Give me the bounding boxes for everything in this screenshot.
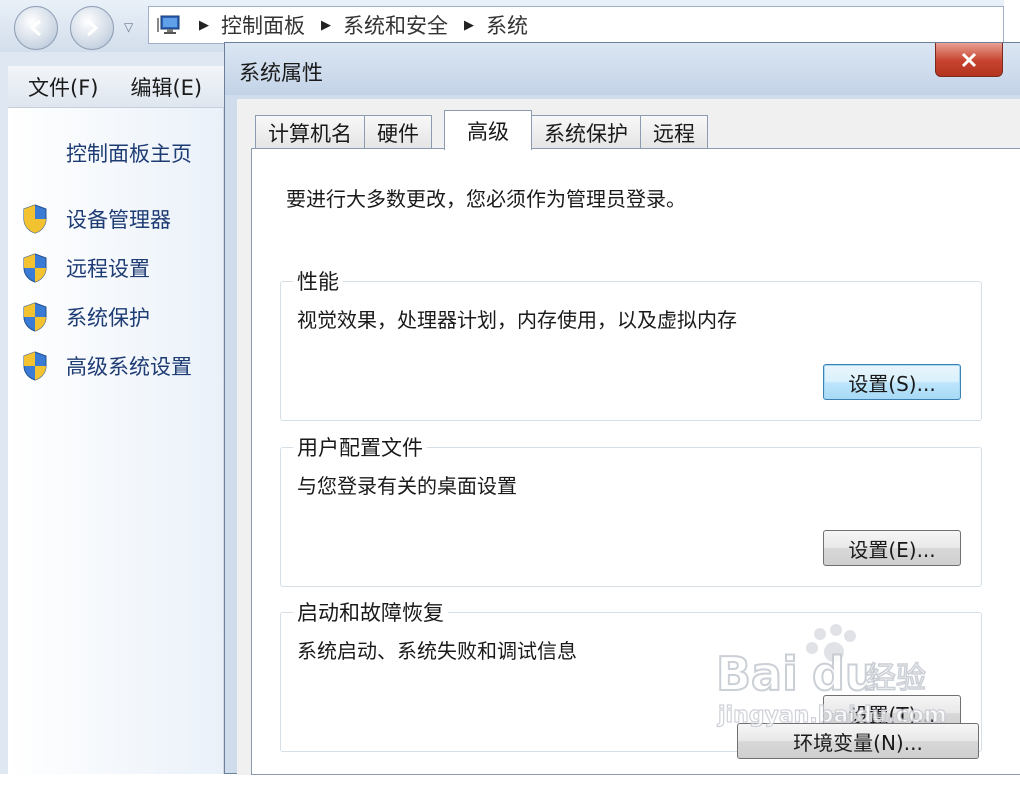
menu-file[interactable]: 文件(F) bbox=[28, 72, 98, 102]
dialog-title: 系统属性 bbox=[239, 61, 323, 85]
close-button[interactable] bbox=[935, 43, 1003, 77]
admin-notice: 要进行大多数更改，您必须作为管理员登录。 bbox=[286, 187, 686, 211]
environment-variables-button[interactable]: 环境变量(N)... bbox=[737, 723, 979, 759]
menu-edit[interactable]: 编辑(E) bbox=[130, 72, 202, 102]
uac-shield-icon bbox=[23, 253, 47, 283]
sidebar-item-label: 高级系统设置 bbox=[66, 355, 192, 379]
breadcrumb-control-panel[interactable]: 控制面板 bbox=[221, 10, 305, 40]
back-button[interactable] bbox=[14, 6, 58, 50]
uac-shield-icon bbox=[23, 204, 47, 234]
breadcrumb-system[interactable]: 系统 bbox=[486, 10, 528, 40]
system-properties-dialog: 系统属性 计算机名 硬件 高级 系统保护 远程 要进行大多数更改，您必须作为管理… bbox=[224, 42, 1020, 775]
sidebar: 控制面板主页 设备管理器 远程设置 系统保护 高级系统设置 bbox=[8, 108, 224, 774]
user-profiles-settings-button[interactable]: 设置(E)... bbox=[823, 530, 961, 566]
breadcrumb-system-security[interactable]: 系统和安全 bbox=[343, 10, 448, 40]
menu-bar: 文件(F) 编辑(E) bbox=[8, 66, 224, 108]
group-description: 系统启动、系统失败和调试信息 bbox=[297, 639, 577, 663]
group-title: 性能 bbox=[293, 266, 343, 296]
chevron-right-icon: ▶ bbox=[321, 17, 331, 33]
sidebar-item-label: 系统保护 bbox=[66, 306, 150, 330]
tab-remote[interactable]: 远程 bbox=[640, 115, 708, 149]
sidebar-item-system-protection[interactable]: 系统保护 bbox=[22, 302, 150, 332]
user-profiles-group: 用户配置文件 与您登录有关的桌面设置 设置(E)... bbox=[280, 432, 982, 587]
group-description: 视觉效果，处理器计划，内存使用，以及虚拟内存 bbox=[297, 308, 737, 332]
chevron-right-icon: ▶ bbox=[464, 17, 474, 33]
tab-hardware[interactable]: 硬件 bbox=[364, 115, 432, 149]
sidebar-item-advanced-settings[interactable]: 高级系统设置 bbox=[22, 351, 192, 381]
chevron-right-icon: ▶ bbox=[199, 17, 209, 33]
dialog-titlebar[interactable]: 系统属性 bbox=[225, 43, 1020, 95]
recent-pages-dropdown-icon[interactable]: ▽ bbox=[124, 20, 133, 34]
group-title: 用户配置文件 bbox=[293, 432, 427, 462]
dialog-client-area: 计算机名 硬件 高级 系统保护 远程 要进行大多数更改，您必须作为管理员登录。 … bbox=[237, 99, 1020, 775]
performance-group: 性能 视觉效果，处理器计划，内存使用，以及虚拟内存 设置(S)... bbox=[280, 266, 982, 421]
sidebar-home-link[interactable]: 控制面板主页 bbox=[66, 138, 192, 168]
sidebar-item-label: 设备管理器 bbox=[66, 208, 171, 232]
sidebar-item-remote-settings[interactable]: 远程设置 bbox=[22, 253, 150, 283]
close-icon bbox=[961, 52, 977, 67]
group-description: 与您登录有关的桌面设置 bbox=[297, 474, 517, 498]
back-arrow-icon bbox=[29, 19, 41, 37]
tab-strip: 计算机名 硬件 高级 系统保护 远程 bbox=[255, 110, 708, 150]
sidebar-item-label: 远程设置 bbox=[66, 257, 150, 281]
advanced-tab-panel: 要进行大多数更改，您必须作为管理员登录。 性能 视觉效果，处理器计划，内存使用，… bbox=[251, 148, 1020, 775]
uac-shield-icon bbox=[23, 302, 47, 332]
performance-settings-button[interactable]: 设置(S)... bbox=[823, 364, 961, 400]
breadcrumb[interactable]: ▶ 控制面板 ▶ 系统和安全 ▶ 系统 bbox=[148, 6, 1004, 44]
tab-computer-name[interactable]: 计算机名 bbox=[255, 115, 365, 149]
forward-button[interactable] bbox=[70, 6, 114, 50]
tab-system-protection[interactable]: 系统保护 bbox=[531, 115, 641, 149]
monitor-icon bbox=[157, 15, 180, 34]
uac-shield-icon bbox=[23, 351, 47, 381]
forward-arrow-icon bbox=[87, 19, 99, 37]
sidebar-item-device-manager[interactable]: 设备管理器 bbox=[22, 204, 171, 234]
group-title: 启动和故障恢复 bbox=[293, 597, 448, 627]
tab-advanced[interactable]: 高级 bbox=[444, 110, 532, 150]
